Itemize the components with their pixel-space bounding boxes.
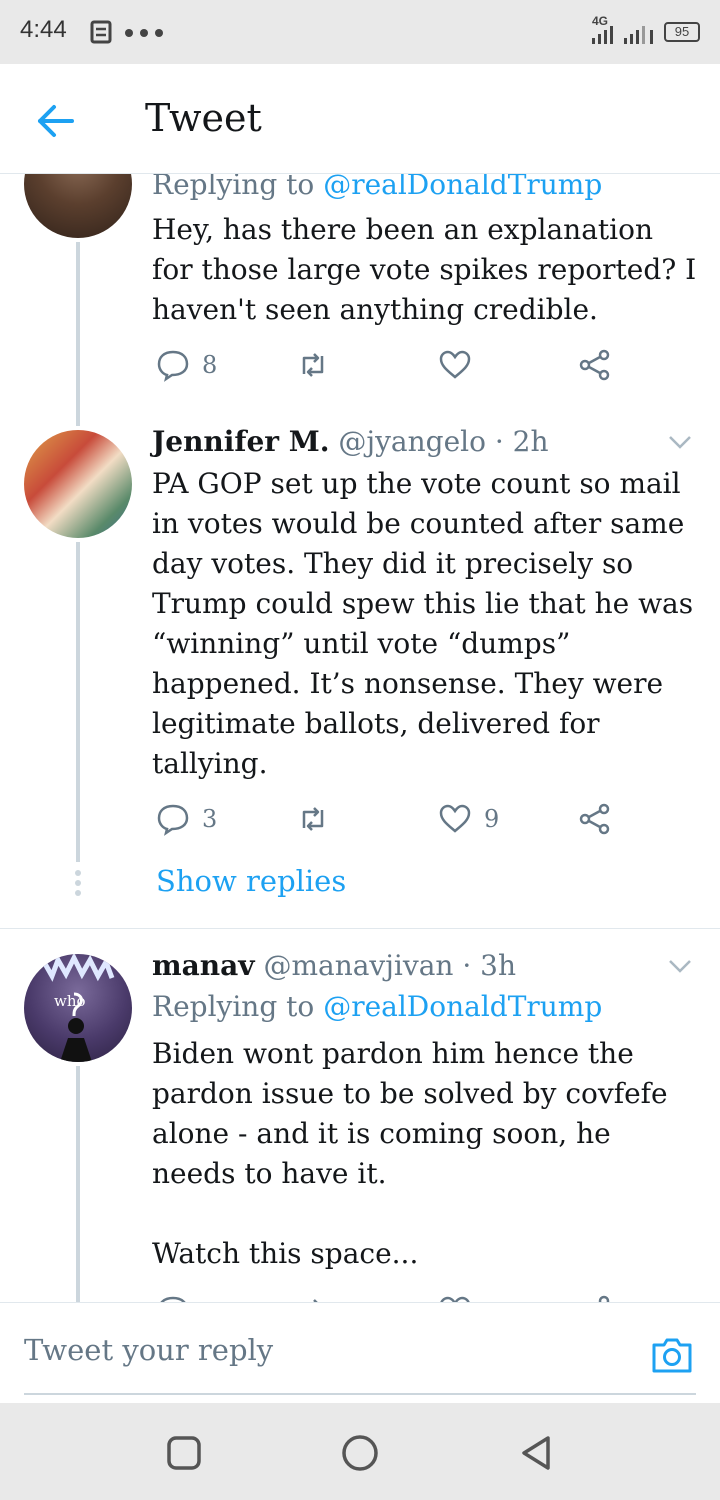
replying-to: Replying to @realDonaldTrump xyxy=(152,174,602,201)
like-button[interactable]: 9 xyxy=(438,802,499,836)
thread-line xyxy=(76,242,80,426)
display-name[interactable]: Jennifer M. xyxy=(152,425,330,458)
tweet-text: Biden wont pardon him hence the pardon i… xyxy=(152,1037,668,1190)
avatar[interactable]: who xyxy=(24,954,132,1062)
back-arrow-icon[interactable] xyxy=(30,96,80,146)
avatar[interactable] xyxy=(24,174,132,238)
app-header: Tweet xyxy=(0,64,720,174)
battery-icon: 95 xyxy=(664,22,700,42)
mention-link[interactable]: @realDonaldTrump xyxy=(323,174,602,201)
retweet-button[interactable] xyxy=(296,348,330,382)
avatar[interactable] xyxy=(24,430,132,538)
share-button[interactable] xyxy=(578,348,612,382)
thread-line xyxy=(76,1066,80,1302)
tweet-meta: Jennifer M. @jyangelo · 2h xyxy=(152,424,549,460)
replying-to-label: Replying to xyxy=(152,174,315,201)
heart-icon[interactable] xyxy=(438,1294,472,1302)
reply-composer[interactable]: Tweet your reply xyxy=(0,1302,720,1402)
home-circle-icon[interactable] xyxy=(340,1433,380,1473)
page-title: Tweet xyxy=(145,96,262,140)
tweet-text: PA GOP set up the vote count so mail in … xyxy=(152,467,694,780)
recents-square-icon[interactable] xyxy=(164,1433,204,1473)
more-replies-dots xyxy=(74,870,82,900)
more-notifications-icon xyxy=(125,29,163,37)
like-button[interactable] xyxy=(438,348,472,382)
retweet-icon xyxy=(302,353,324,377)
mention-link[interactable]: @realDonaldTrump xyxy=(323,990,602,1023)
heart-icon xyxy=(439,350,471,379)
replying-to-label: Replying to xyxy=(152,990,315,1023)
divider xyxy=(0,928,720,929)
like-count: 9 xyxy=(484,805,500,833)
replying-to: Replying to @realDonaldTrump xyxy=(152,990,602,1023)
reply-button[interactable]: 8 xyxy=(156,348,217,382)
retweet-icon[interactable] xyxy=(296,1294,330,1302)
camera-icon[interactable] xyxy=(648,1331,696,1379)
share-icon[interactable] xyxy=(578,1294,612,1302)
chevron-down-icon[interactable] xyxy=(664,426,696,458)
display-name[interactable]: manav xyxy=(152,949,255,982)
back-triangle-icon[interactable] xyxy=(516,1433,556,1473)
battery-level: 95 xyxy=(674,24,690,39)
status-time: 4:44 xyxy=(20,16,67,43)
avatar-art: who xyxy=(41,954,115,1062)
reply-input-underline xyxy=(24,1393,696,1395)
handle-time: @jyangelo · 2h xyxy=(338,425,549,458)
reply-icon xyxy=(157,804,189,836)
reply-input[interactable]: Tweet your reply xyxy=(24,1333,273,1367)
notes-icon xyxy=(90,20,112,44)
thread-line xyxy=(76,542,80,862)
status-bar: 4:44 4G 95 xyxy=(0,0,720,64)
reply-icon xyxy=(157,350,189,382)
signal-icon xyxy=(592,26,653,44)
retweet-icon xyxy=(302,807,324,831)
reply-count: 8 xyxy=(202,351,218,379)
share-icon xyxy=(579,803,610,835)
reply-button[interactable]: 3 xyxy=(156,802,217,836)
share-icon xyxy=(579,349,610,381)
reply-count: 3 xyxy=(202,805,218,833)
reply-icon[interactable] xyxy=(156,1294,190,1302)
tweet-text: Hey, has there been an explanation for t… xyxy=(152,213,697,326)
tweet-feed[interactable]: Replying to @realDonaldTrump Hey, has th… xyxy=(0,174,720,1302)
tweet-text-line2: Watch this space... xyxy=(152,1237,419,1270)
tweet-meta: manav @manavjivan · 3h xyxy=(152,948,516,984)
system-nav-bar xyxy=(0,1403,720,1500)
handle-time: @manavjivan · 3h xyxy=(263,949,516,982)
heart-icon xyxy=(439,804,471,833)
show-replies-link[interactable]: Show replies xyxy=(156,864,346,898)
retweet-button[interactable] xyxy=(296,802,330,836)
chevron-down-icon[interactable] xyxy=(664,950,696,982)
share-button[interactable] xyxy=(578,802,612,836)
